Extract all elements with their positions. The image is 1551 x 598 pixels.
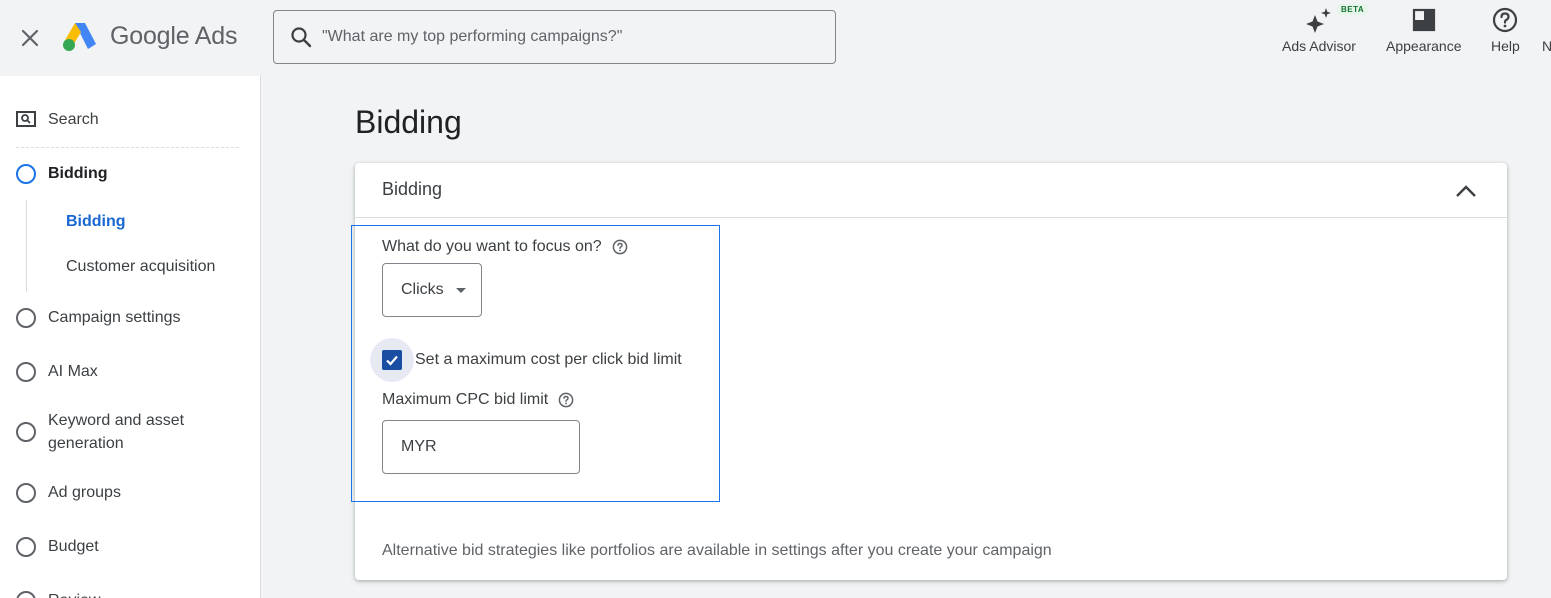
- sidebar-item-bidding[interactable]: Bidding: [16, 162, 108, 185]
- appearance-label: Appearance: [1386, 38, 1462, 54]
- dropdown-caret-icon: [455, 287, 466, 293]
- focus-question-text: What do you want to focus on?: [382, 238, 602, 255]
- cpc-limit-label-text: Maximum CPC bid limit: [382, 391, 549, 408]
- sidebar-item-campaign-settings[interactable]: Campaign settings: [16, 306, 181, 329]
- radio-circle-icon: [16, 307, 36, 328]
- card-title: Bidding: [382, 179, 443, 199]
- radio-circle-icon: [16, 590, 36, 598]
- sidebar-item-label: Review: [48, 589, 100, 598]
- radio-circle-icon: [16, 536, 36, 557]
- ads-advisor-label: Ads Advisor: [1282, 38, 1356, 54]
- sidebar-item-ad-groups[interactable]: Ad groups: [16, 481, 121, 504]
- help-label: Help: [1491, 38, 1520, 54]
- sidebar-item-keyword-asset-generation[interactable]: Keyword and asset generation: [16, 409, 216, 455]
- search-input[interactable]: [322, 28, 802, 46]
- collapse-button[interactable]: [1452, 177, 1480, 205]
- page-title: Bidding: [355, 104, 462, 140]
- sidebar-item-ai-max[interactable]: AI Max: [16, 360, 98, 383]
- radio-circle-icon: [16, 422, 36, 442]
- help-outline-icon: [612, 239, 628, 255]
- sidebar-item-label: AI Max: [48, 363, 98, 380]
- sidebar-item-label: Campaign settings: [48, 309, 181, 326]
- max-cpc-checkbox[interactable]: [370, 338, 414, 382]
- sidebar-item-label: Bidding: [48, 165, 108, 182]
- bid-strategy-footnote: Alternative bid strategies like portfoli…: [382, 542, 1052, 559]
- cut-off-action-label[interactable]: N: [1542, 38, 1551, 54]
- help-circle-icon: [1493, 7, 1518, 33]
- sidebar: Search Bidding Bidding Customer acquisit…: [0, 76, 261, 598]
- sidebar-item-label: Budget: [48, 538, 99, 555]
- checkbox-box: [382, 350, 402, 370]
- cpc-limit-label: Maximum CPC bid limit: [382, 391, 574, 409]
- sidebar-item-budget[interactable]: Budget: [16, 535, 99, 558]
- cpc-limit-field[interactable]: MYR: [382, 420, 583, 474]
- focus-dropdown-value: Clicks: [401, 281, 444, 298]
- appearance-button[interactable]: Appearance: [1386, 6, 1462, 54]
- logo-text: Google Ads: [110, 21, 238, 50]
- close-button[interactable]: [14, 22, 46, 54]
- sidebar-item-label: Search: [48, 111, 99, 128]
- appearance-icon: [1412, 8, 1435, 32]
- card-header[interactable]: Bidding: [355, 163, 1507, 218]
- currency-prefix: MYR: [401, 438, 437, 455]
- sidebar-item-review[interactable]: Review: [16, 589, 100, 598]
- beta-badge: BETA: [1337, 4, 1369, 15]
- checkmark-icon: [386, 355, 398, 366]
- chevron-up-icon: [1456, 185, 1476, 197]
- top-bar: Google Ads Ads Advisor BETA Appearance H…: [0, 0, 1551, 76]
- subnav-line: [26, 200, 27, 292]
- search-icon: [291, 27, 312, 48]
- max-cpc-checkbox-label[interactable]: Set a maximum cost per click bid limit: [415, 351, 682, 369]
- sidebar-item-label: Ad groups: [48, 484, 121, 501]
- search-panel-icon: [16, 110, 36, 127]
- subnav-item-customer-acquisition[interactable]: Customer acquisition: [66, 258, 215, 276]
- cpc-limit-input[interactable]: [442, 438, 583, 456]
- sidebar-divider: [16, 147, 239, 148]
- sidebar-item-label: Keyword and asset generation: [48, 412, 185, 452]
- google-ads-logo[interactable]: Google Ads: [62, 20, 237, 52]
- focus-question: What do you want to focus on?: [382, 238, 628, 256]
- google-ads-logo-icon: [63, 23, 96, 51]
- sparkle-icon: [1305, 8, 1331, 33]
- close-icon: [21, 29, 39, 47]
- subnav-item-bidding[interactable]: Bidding: [66, 213, 126, 231]
- focus-dropdown[interactable]: Clicks: [382, 263, 482, 317]
- radio-circle-icon: [16, 361, 36, 382]
- help-button[interactable]: Help: [1491, 6, 1520, 54]
- radio-circle-icon: [16, 163, 36, 184]
- sidebar-item-search[interactable]: Search: [16, 108, 99, 131]
- radio-circle-icon: [16, 482, 36, 503]
- cpc-help-button[interactable]: [558, 392, 574, 408]
- bidding-card: Bidding What do you want to focus on? Cl…: [351, 163, 1507, 580]
- search-bar[interactable]: [273, 10, 836, 64]
- focus-help-button[interactable]: [612, 239, 628, 255]
- help-outline-icon: [558, 392, 574, 408]
